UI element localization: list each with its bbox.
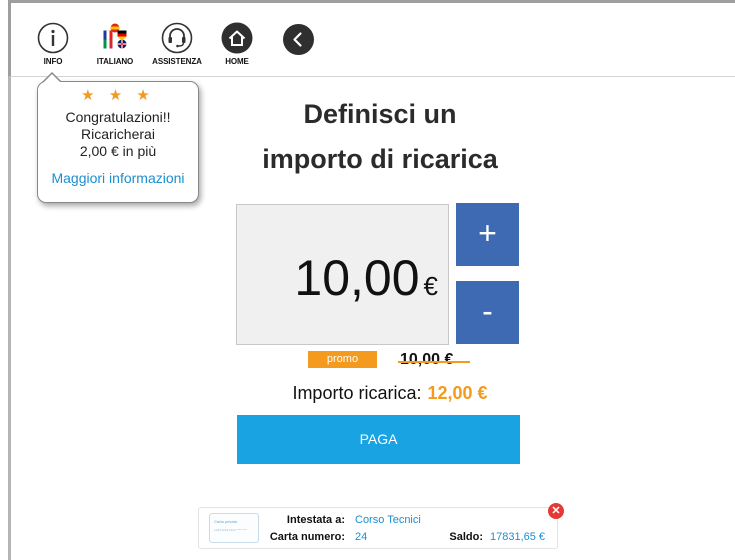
language-label: ITALIANO — [96, 57, 134, 66]
language-button[interactable]: ITALIANO — [87, 22, 143, 66]
card-number-label: Carta numero: — [269, 531, 345, 543]
old-price: 10,00 € — [400, 351, 454, 368]
home-button[interactable]: HOME — [209, 22, 265, 66]
card-thumbnail: Carta privata 1234 1234 1234 **** **** — [209, 513, 259, 543]
increase-amount-button[interactable]: + — [456, 203, 519, 266]
left-border — [8, 77, 11, 560]
page-title-line-1: Definisci un — [303, 99, 457, 129]
home-label: HOME — [225, 57, 249, 66]
amount-display: 10,00 € — [236, 204, 449, 345]
tooltip-pointer-fill — [43, 74, 61, 83]
info-label: INFO — [43, 57, 63, 66]
support-label: ASSISTENZA — [152, 57, 202, 66]
tooltip-line-2: Ricaricherai — [81, 126, 155, 142]
decrease-amount-button[interactable]: - — [456, 281, 519, 344]
kiosk-screen: INFO ITALIANO ASSISTENZA HOME ★ ★ ★ Cong… — [0, 0, 735, 560]
page-title: Definisci un importo di ricarica — [230, 92, 530, 182]
language-flags-icon — [103, 23, 127, 49]
card-info-panel: Carta privata 1234 1234 1234 **** **** I… — [198, 507, 558, 549]
promo-tooltip: ★ ★ ★ Congratulazioni!! Ricaricherai 2,0… — [37, 81, 199, 203]
recharge-amount-row: Importo ricarica: 12,00 € — [230, 383, 550, 404]
more-info-link[interactable]: Maggiori informazioni — [38, 170, 198, 186]
card-holder-label: Intestata a: — [286, 514, 345, 526]
headset-icon — [161, 22, 193, 54]
amount-value: 10,00 € — [294, 249, 438, 307]
card-thumb-title: Carta privata — [214, 519, 237, 524]
back-button[interactable] — [283, 24, 314, 55]
card-number-value: 24 — [355, 531, 368, 543]
card-balance-value: 17831,65 € — [490, 531, 546, 543]
amount-number: 10,00 — [294, 250, 420, 306]
support-button[interactable]: ASSISTENZA — [149, 22, 205, 66]
info-icon — [37, 22, 69, 54]
recharge-amount-label: Importo ricarica: — [292, 383, 422, 403]
tooltip-line-3: 2,00 € in più — [79, 143, 157, 159]
amount-currency: € — [423, 271, 438, 301]
card-holder-value: Corso Tecnici — [355, 514, 421, 526]
card-balance-label: Saldo: — [449, 531, 483, 543]
promo-badge: promo — [308, 351, 377, 368]
recharge-amount-value: 12,00 € — [427, 383, 488, 403]
card-thumb-number: 1234 1234 1234 **** **** — [214, 528, 247, 532]
chevron-left-icon — [293, 32, 302, 47]
old-price-strikethrough — [398, 361, 470, 363]
info-button[interactable]: INFO — [25, 22, 81, 66]
rating-stars: ★ ★ ★ — [81, 87, 155, 104]
tooltip-line-1: Congratulazioni!! — [65, 109, 171, 125]
close-card-button[interactable]: ✕ — [548, 503, 564, 519]
close-icon: ✕ — [551, 505, 561, 517]
pay-button[interactable]: PAGA — [237, 415, 520, 464]
page-title-line-2: importo di ricarica — [262, 144, 498, 174]
home-icon — [221, 22, 253, 54]
